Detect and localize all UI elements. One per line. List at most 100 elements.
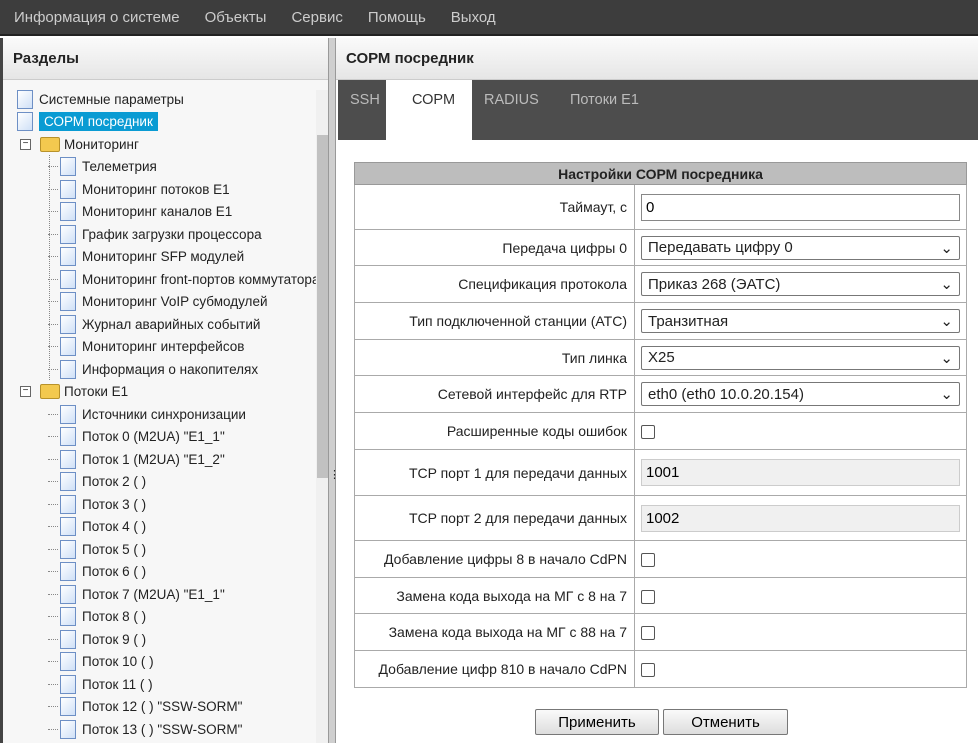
document-icon: [60, 292, 76, 311]
tree-item-label: Поток 4 ( ): [82, 519, 147, 534]
tree-item[interactable]: Поток 9 ( ): [48, 628, 146, 650]
setting-checkbox[interactable]: [641, 663, 655, 678]
tree-item[interactable]: Поток 3 ( ): [48, 493, 146, 515]
tree-line: [48, 413, 58, 415]
tcp-port-input[interactable]: [641, 504, 960, 532]
collapse-icon[interactable]: −: [20, 386, 31, 397]
tree-item[interactable]: − Потоки E1: [20, 381, 128, 403]
tree-item[interactable]: Поток 7 (M2UA) "E1_1": [48, 583, 225, 605]
tree-line: [48, 436, 58, 437]
tree-item[interactable]: Мониторинг интерфейсов: [48, 336, 244, 358]
tree-item[interactable]: Мониторинг VoIP субмодулей: [48, 291, 268, 313]
tree-item-label: Поток 11 ( ): [82, 676, 153, 692]
settings-row: TCP порт 2 для передачи данных: [354, 495, 967, 541]
tree-item[interactable]: Поток 12 ( ) "SSW-SORM": [48, 696, 242, 718]
setting-select[interactable]: Транзитная ⌄: [641, 309, 960, 333]
tree-item[interactable]: Информация о накопителях: [48, 358, 258, 380]
tree-item[interactable]: Мониторинг каналов E1: [48, 201, 232, 223]
tree-item[interactable]: Мониторинг front-портов коммутатора: [48, 268, 319, 290]
setting-checkbox[interactable]: [641, 553, 655, 568]
panel-splitter[interactable]: [328, 38, 340, 743]
tree-item[interactable]: Поток 11 ( ): [48, 673, 153, 695]
setting-select[interactable]: X25 ⌄: [641, 345, 960, 370]
cancel-button[interactable]: Отменить: [663, 709, 788, 735]
document-icon: [60, 404, 76, 424]
tree-item[interactable]: Телеметрия: [48, 156, 157, 178]
menu-service[interactable]: Сервис: [291, 9, 342, 26]
setting-value: [634, 650, 967, 688]
tree-item-label: Поток 9 ( ): [82, 631, 147, 647]
document-icon: [60, 607, 76, 626]
document-icon: [60, 472, 76, 491]
tab-sorm[interactable]: СОРМ: [386, 80, 472, 140]
tree-item-label: Информация о накопителях: [82, 361, 259, 377]
tree-item-label: Поток 6 ( ): [82, 564, 147, 579]
scrollbar-thumb[interactable]: [317, 135, 328, 478]
tree-item-label: Поток 0 (M2UA) "E1_1": [82, 429, 225, 444]
tree-item-label: График загрузки процессора: [82, 226, 262, 242]
settings-row: Сетевой интерфейс для RTP eth0 (eth0 10.0…: [354, 375, 967, 413]
tcp-port-input[interactable]: [641, 459, 960, 486]
tree-item[interactable]: Поток 2 ( ): [48, 471, 146, 493]
menu-system-info[interactable]: Информация о системе: [14, 9, 180, 26]
tree-item[interactable]: СОРМ посредник: [17, 111, 158, 133]
setting-label: Расширенные коды ошибок: [354, 412, 635, 450]
tree-item-label: Поток 12 ( ) "SSW-SORM": [82, 699, 243, 714]
tab-streams-e1[interactable]: Потоки E1: [558, 80, 651, 140]
tree-item-label: Журнал аварийных событий: [82, 316, 261, 332]
tree-item[interactable]: График загрузки процессора: [48, 223, 262, 245]
settings-row: Таймаут, с: [354, 184, 967, 230]
page-title: СОРМ посредник: [336, 38, 978, 80]
setting-value: [634, 540, 967, 578]
setting-checkbox[interactable]: [641, 626, 655, 641]
setting-label: TCP порт 1 для передачи данных: [354, 449, 635, 496]
tree-item-label: Поток 1 (M2UA) "E1_2": [82, 451, 225, 467]
menu-help[interactable]: Помощь: [368, 9, 426, 26]
setting-select[interactable]: Передавать цифру 0 ⌄: [641, 235, 960, 260]
tree-line: [48, 616, 58, 617]
setting-checkbox[interactable]: [641, 589, 655, 604]
setting-select[interactable]: Приказ 268 (ЭАТС) ⌄: [641, 272, 960, 296]
document-icon: [60, 562, 76, 581]
settings-row: Спецификация протокола Приказ 268 (ЭАТС) ⌄: [354, 265, 967, 303]
settings-row: Тип подключенной станции (АТС) Транзитная…: [354, 302, 967, 340]
tab-ssh[interactable]: SSH: [338, 80, 392, 140]
tree-line: [48, 458, 58, 460]
tree-item[interactable]: Журнал аварийных событий: [48, 313, 260, 335]
tree-item[interactable]: Поток 0 (M2UA) "E1_1": [48, 426, 225, 448]
menu-objects[interactable]: Объекты: [205, 9, 267, 26]
tree-item[interactable]: Мониторинг потоков E1: [48, 178, 230, 200]
setting-label: Таймаут, с: [354, 184, 635, 230]
setting-checkbox[interactable]: [641, 425, 655, 440]
selected-value: eth0 (eth0 10.0.20.154): [648, 385, 804, 403]
tab-radius[interactable]: RADIUS: [472, 80, 551, 140]
tree-item-label: Системные параметры: [39, 91, 184, 107]
tree-line: [48, 683, 58, 685]
setting-value: [634, 184, 967, 230]
document-icon: [60, 652, 76, 671]
tree-item[interactable]: Поток 8 ( ): [48, 606, 146, 628]
collapse-icon[interactable]: −: [20, 138, 31, 150]
document-icon: [60, 427, 76, 446]
tree-item-label: Мониторинг интерфейсов: [82, 339, 245, 354]
tree-item[interactable]: − Мониторинг: [20, 133, 139, 155]
tree-line: [48, 481, 58, 482]
sections-panel: Разделы Системные параметры СОРМ посредни…: [0, 38, 329, 743]
tree-item[interactable]: Мониторинг SFP модулей: [48, 246, 244, 268]
sections-title: Разделы: [3, 38, 328, 80]
tree-item[interactable]: Поток 5 ( ): [48, 538, 146, 560]
tree-item[interactable]: Поток 6 ( ): [48, 561, 146, 583]
tree-item[interactable]: Системные параметры: [17, 88, 184, 110]
apply-button[interactable]: Применить: [535, 709, 659, 735]
tree-item[interactable]: Поток 1 (M2UA) "E1_2": [48, 448, 225, 470]
setting-select[interactable]: eth0 (eth0 10.0.20.154) ⌄: [641, 382, 960, 406]
tree-item[interactable]: Поток 10 ( ): [48, 651, 154, 673]
document-icon: [60, 359, 76, 379]
document-icon: [60, 629, 76, 649]
tree-item[interactable]: Поток 13 ( ) "SSW-SORM": [48, 718, 242, 740]
tree-item[interactable]: Поток 4 ( ): [48, 516, 146, 538]
menu-exit[interactable]: Выход: [451, 9, 496, 26]
tree-item[interactable]: Источники синхронизации: [48, 403, 246, 425]
timeout-input[interactable]: [641, 193, 960, 221]
setting-label: Замена кода выхода на МГ с 8 на 7: [354, 577, 635, 614]
